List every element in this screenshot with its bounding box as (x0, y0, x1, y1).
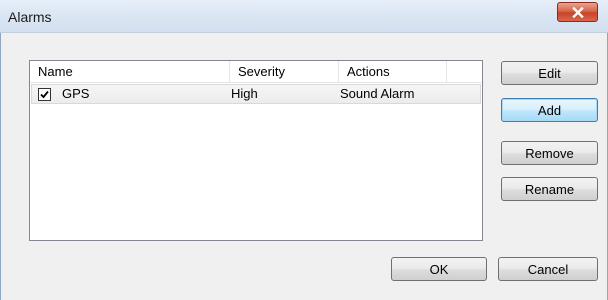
column-header-name[interactable]: Name (30, 61, 230, 83)
window-title: Alarms (8, 9, 52, 25)
alarms-dialog: Alarms Name Severity Actions GPS High So… (0, 0, 608, 300)
edit-button[interactable]: Edit (501, 61, 598, 85)
alarms-list[interactable]: Name Severity Actions GPS High Sound Ala… (29, 60, 483, 241)
list-row[interactable]: GPS High Sound Alarm (31, 84, 481, 104)
close-button[interactable] (557, 2, 598, 22)
remove-button[interactable]: Remove (501, 141, 598, 165)
row-actions: Sound Alarm (340, 86, 415, 101)
close-icon (571, 6, 584, 18)
ok-button[interactable]: OK (391, 257, 487, 281)
row-enabled-checkbox[interactable] (38, 88, 51, 101)
row-severity: High (231, 86, 258, 101)
row-name: GPS (62, 86, 90, 101)
column-header-severity[interactable]: Severity (230, 61, 339, 83)
list-header: Name Severity Actions (30, 61, 482, 83)
title-bar[interactable]: Alarms (0, 0, 608, 33)
column-header-actions[interactable]: Actions (339, 61, 447, 83)
cancel-button[interactable]: Cancel (498, 257, 598, 281)
rename-button[interactable]: Rename (501, 177, 598, 201)
add-button[interactable]: Add (501, 98, 598, 122)
